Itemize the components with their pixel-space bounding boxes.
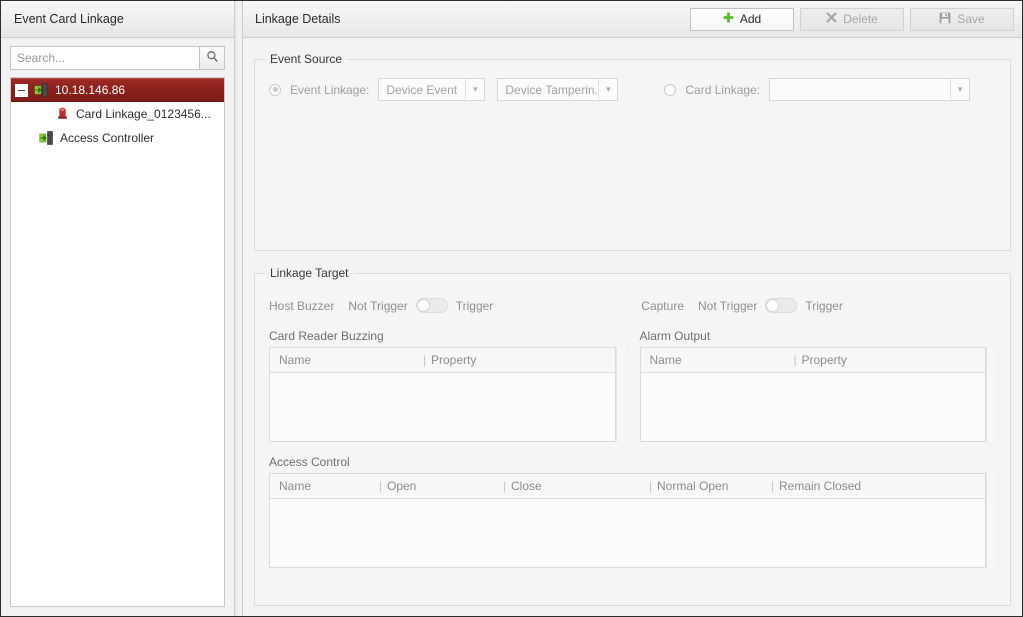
access-control-block: Access Control Name Open Close Normal Op…: [269, 455, 996, 568]
alarm-output-table: Name Property: [639, 347, 996, 442]
alarm-siren-icon: [54, 106, 70, 122]
host-buzzer-on-label: Trigger: [455, 298, 494, 313]
event-type-value: Device Event: [386, 82, 458, 97]
tree-item-device-label: 10.18.146.86: [55, 83, 126, 97]
table-body[interactable]: [270, 499, 985, 567]
alarm-output-block: Alarm Output Name Property: [639, 329, 996, 442]
capture-on-label: Trigger: [805, 298, 843, 313]
column-header-close[interactable]: Close: [502, 474, 648, 498]
table-header-row: Name Property: [640, 348, 986, 373]
column-header-property[interactable]: Property: [422, 348, 615, 372]
card-reader-buzzing-table: Name Property: [269, 347, 626, 442]
card-linkage-value: [770, 79, 950, 100]
save-button-label: Save: [957, 12, 985, 26]
column-header-remain-closed[interactable]: Remain Closed: [770, 474, 985, 498]
capture-label: Capture: [641, 298, 684, 313]
table-header-row: Name Property: [270, 348, 615, 373]
event-linkage-label: Event Linkage:: [290, 82, 370, 97]
trigger-toggles-row: Host Buzzer Not Trigger Trigger Capture …: [269, 298, 996, 313]
host-buzzer-label: Host Buzzer: [269, 298, 335, 313]
column-header-name[interactable]: Name: [270, 348, 422, 372]
linkage-target-body: Host Buzzer Not Trigger Trigger Capture …: [255, 274, 1010, 582]
capture-group: Capture Not Trigger Trigger: [641, 298, 843, 313]
host-buzzer-group: Host Buzzer Not Trigger Trigger: [269, 298, 493, 313]
card-linkage-radio[interactable]: [664, 83, 677, 96]
sidebar-body: 10.18.146.86 Card Linkage_0123456...: [1, 38, 234, 616]
details-title: Linkage Details: [255, 12, 341, 26]
table-body[interactable]: [640, 373, 985, 441]
alarm-output-caption: Alarm Output: [639, 329, 711, 343]
sidebar-header: Event Card Linkage: [1, 1, 234, 38]
vertical-scrollbar[interactable]: [986, 347, 996, 442]
column-header-name[interactable]: Name: [270, 474, 378, 498]
column-header-name[interactable]: Name: [641, 348, 793, 372]
capture-toggle[interactable]: [765, 298, 798, 313]
search-input[interactable]: [10, 46, 199, 70]
panel-splitter[interactable]: [235, 1, 243, 616]
column-header-normal-open[interactable]: Normal Open: [648, 474, 770, 498]
minus-icon[interactable]: [15, 83, 28, 97]
tree-item-device[interactable]: 10.18.146.86: [11, 78, 224, 102]
event-linkage-radio[interactable]: [269, 83, 281, 96]
event-name-value: Device Tamperin...: [505, 82, 599, 97]
event-card-linkage-window: Event Card Linkage Search... 10.18.146.8…: [0, 0, 1023, 617]
event-source-title: Event Source: [265, 52, 348, 66]
chevron-down-icon: ▾: [598, 79, 617, 100]
access-control-caption: Access Control: [269, 455, 350, 469]
details-toolbar: Add Delete Save: [690, 7, 1014, 31]
add-button[interactable]: Add: [690, 7, 794, 31]
vertical-scrollbar[interactable]: [615, 347, 626, 442]
event-type-dropdown[interactable]: Device Event ▾: [378, 78, 486, 101]
event-source-body: Event Linkage: Device Event ▾ Device Tam…: [255, 60, 1010, 115]
add-button-label: Add: [739, 12, 762, 26]
search-row: [10, 46, 225, 70]
device-tree[interactable]: 10.18.146.86 Card Linkage_0123456... Acc…: [10, 77, 225, 607]
linkage-target-group: Linkage Target Host Buzzer Not Trigger T…: [254, 266, 1011, 606]
details-header: Linkage Details Add Delete Save: [243, 1, 1022, 38]
card-reader-buzzing-block: Card Reader Buzzing Name Property: [269, 329, 626, 442]
floppy-disk-icon: [939, 12, 951, 27]
tree-item-access-controller[interactable]: Access Controller: [11, 126, 224, 150]
event-source-group: Event Source Event Linkage: Device Event…: [254, 52, 1011, 251]
host-buzzer-toggle[interactable]: [415, 298, 448, 313]
vertical-scrollbar[interactable]: [986, 473, 996, 568]
chevron-down-icon: ▾: [950, 79, 969, 100]
save-button[interactable]: Save: [910, 7, 1014, 31]
event-card-linkage-panel: Event Card Linkage Search... 10.18.146.8…: [1, 1, 235, 616]
event-name-dropdown[interactable]: Device Tamperin... ▾: [497, 78, 619, 101]
details-body: Event Source Event Linkage: Device Event…: [243, 38, 1022, 616]
card-linkage-dropdown[interactable]: ▾: [769, 78, 971, 101]
device-door-icon: [33, 82, 49, 98]
plus-icon: [723, 12, 734, 26]
delete-button[interactable]: Delete: [800, 7, 904, 31]
card-linkage-label: Card Linkage:: [685, 82, 761, 97]
column-header-property[interactable]: Property: [793, 348, 986, 372]
access-control-table: Name Open Close Normal Open Remain Close…: [269, 473, 996, 568]
tree-item-access-controller-label: Access Controller: [60, 131, 155, 145]
search-icon: [206, 50, 219, 66]
chevron-down-icon: ▾: [465, 79, 484, 100]
delete-button-label: Delete: [843, 12, 878, 26]
table-header-row: Name Open Close Normal Open Remain Close…: [270, 474, 985, 499]
search-button[interactable]: [199, 46, 225, 70]
tables-row: Card Reader Buzzing Name Property: [269, 329, 996, 442]
table-body[interactable]: [270, 373, 615, 441]
card-reader-buzzing-caption: Card Reader Buzzing: [269, 329, 384, 343]
event-source-row: Event Linkage: Device Event ▾ Device Tam…: [269, 78, 996, 101]
tree-item-card-linkage-label: Card Linkage_0123456...: [76, 107, 211, 121]
access-controller-icon: [38, 130, 54, 146]
column-header-open[interactable]: Open: [378, 474, 502, 498]
sidebar-title: Event Card Linkage: [14, 12, 124, 26]
tree-item-card-linkage[interactable]: Card Linkage_0123456...: [11, 102, 224, 126]
capture-off-label: Not Trigger: [698, 298, 758, 313]
cross-icon: [826, 12, 837, 26]
host-buzzer-off-label: Not Trigger: [348, 298, 408, 313]
linkage-details-panel: Linkage Details Add Delete Save Event So…: [243, 1, 1022, 616]
linkage-target-title: Linkage Target: [265, 266, 354, 280]
